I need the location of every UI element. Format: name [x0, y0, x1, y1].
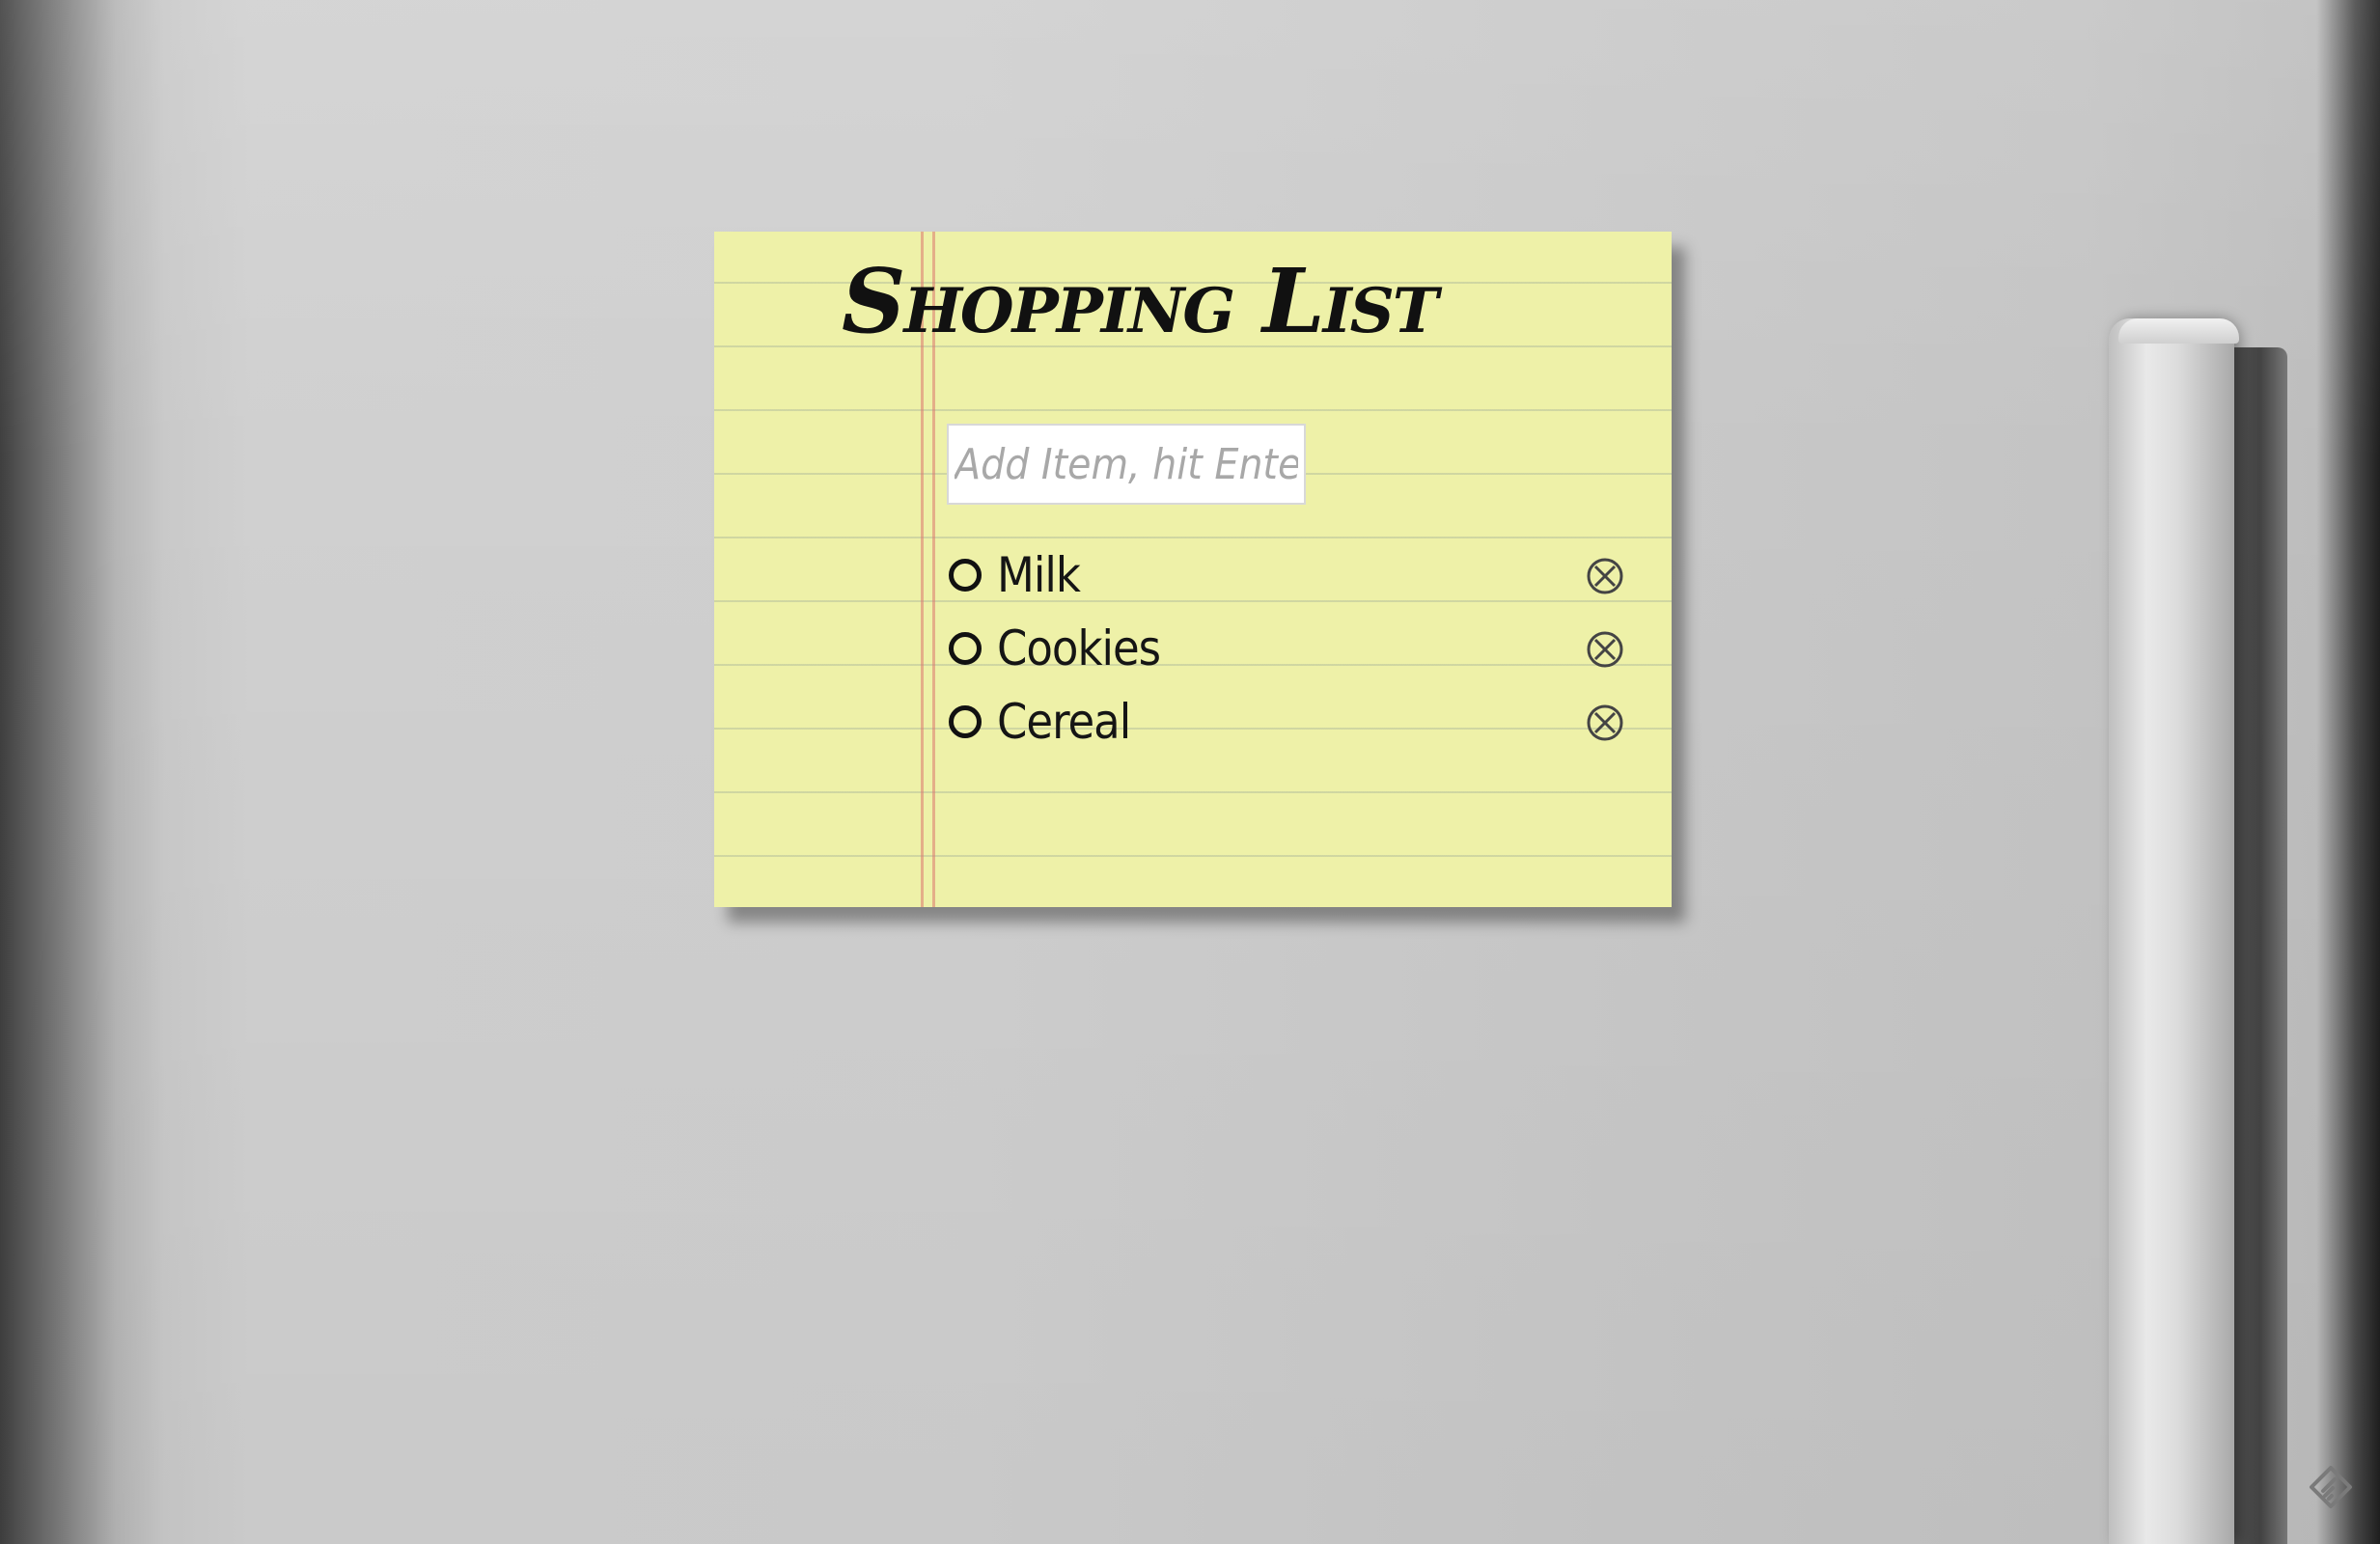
- circle-x-icon[interactable]: [1586, 557, 1624, 595]
- feedly-icon[interactable]: [2309, 1465, 2353, 1509]
- shopping-list: Milk Cookies Cereal: [949, 538, 1624, 758]
- circle-icon[interactable]: [949, 705, 982, 738]
- item-label: Cereal: [997, 694, 1131, 750]
- fridge-handle: [2109, 318, 2234, 1544]
- fridge-handle-top: [2118, 318, 2239, 344]
- list-item: Cookies: [949, 612, 1624, 685]
- fridge-background: Shopping List Milk Cookies: [0, 0, 2380, 1544]
- circle-x-icon[interactable]: [1586, 630, 1624, 669]
- item-label: Milk: [997, 547, 1081, 603]
- circle-icon[interactable]: [949, 559, 982, 592]
- sticky-note: Shopping List Milk Cookies: [714, 232, 1672, 907]
- note-title: Shopping List: [842, 249, 1438, 353]
- add-item-input[interactable]: [947, 424, 1306, 505]
- list-item: Cereal: [949, 685, 1624, 758]
- circle-icon[interactable]: [949, 632, 982, 665]
- list-item: Milk: [949, 538, 1624, 612]
- circle-x-icon[interactable]: [1586, 703, 1624, 742]
- item-label: Cookies: [997, 620, 1161, 676]
